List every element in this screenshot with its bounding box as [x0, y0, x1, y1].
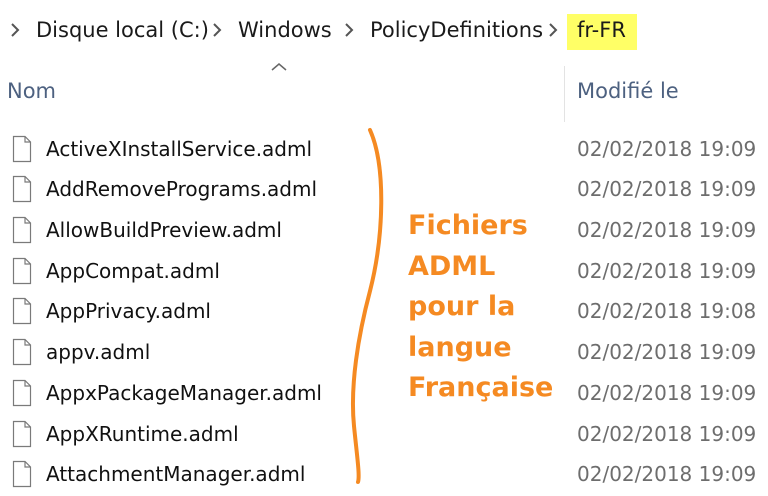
file-modified: 02/02/2018 19:09 [577, 422, 757, 446]
chevron-right-icon[interactable] [10, 22, 20, 38]
breadcrumb-item-local-disk[interactable]: Disque local (C:) [36, 16, 209, 44]
breadcrumb-current-label: fr-FR [577, 18, 626, 42]
file-modified: 02/02/2018 19:09 [577, 259, 757, 283]
breadcrumb-item-current[interactable]: fr-FR [567, 14, 637, 50]
sort-up-icon [271, 63, 287, 71]
breadcrumb-item-windows[interactable]: Windows [238, 16, 332, 44]
file-modified: 02/02/2018 19:09 [577, 340, 757, 364]
file-name: appv.adml [46, 340, 151, 364]
chevron-right-icon[interactable] [212, 22, 222, 38]
chevron-right-icon[interactable] [344, 22, 354, 38]
annotation-line: pour la [408, 291, 516, 322]
document-icon [12, 420, 32, 448]
annotation-brace [350, 128, 384, 484]
file-modified: 02/02/2018 19:09 [577, 218, 757, 242]
file-name: AppPrivacy.adml [46, 299, 211, 323]
breadcrumb-item-policydefinitions[interactable]: PolicyDefinitions [370, 16, 543, 44]
file-name: ActiveXInstallService.adml [46, 137, 313, 161]
annotation-label: Fichiers ADML pour la langue Française [408, 206, 568, 409]
chevron-right-icon[interactable] [548, 22, 558, 38]
document-icon [12, 216, 32, 244]
document-icon [12, 175, 32, 203]
annotation-line: ADML [408, 250, 496, 282]
file-name: AppxPackageManager.adml [46, 381, 322, 405]
file-modified: 02/02/2018 19:09 [577, 462, 757, 486]
file-name: AddRemovePrograms.adml [46, 177, 318, 201]
document-icon [12, 297, 32, 325]
file-modified: 02/02/2018 19:08 [577, 299, 757, 323]
column-header-name[interactable]: Nom [7, 77, 56, 105]
breadcrumb: Disque local (C:) Windows PolicyDefiniti… [0, 0, 768, 60]
document-icon [12, 379, 32, 407]
column-header-modified[interactable]: Modifié le [577, 77, 679, 105]
document-icon [12, 257, 32, 285]
file-name: AttachmentManager.adml [46, 462, 306, 486]
annotation-line: Française [408, 372, 554, 403]
file-name: AppXRuntime.adml [46, 422, 239, 446]
annotation-line: langue [408, 331, 512, 363]
file-name: AllowBuildPreview.adml [46, 218, 282, 242]
column-divider[interactable] [564, 66, 565, 122]
file-modified: 02/02/2018 19:09 [577, 177, 757, 201]
document-icon [12, 460, 32, 488]
file-modified: 02/02/2018 19:09 [577, 137, 757, 161]
annotation-line: Fichiers [408, 210, 528, 241]
file-modified: 02/02/2018 19:09 [577, 381, 757, 405]
document-icon [12, 135, 32, 163]
document-icon [12, 338, 32, 366]
file-name: AppCompat.adml [46, 259, 220, 283]
